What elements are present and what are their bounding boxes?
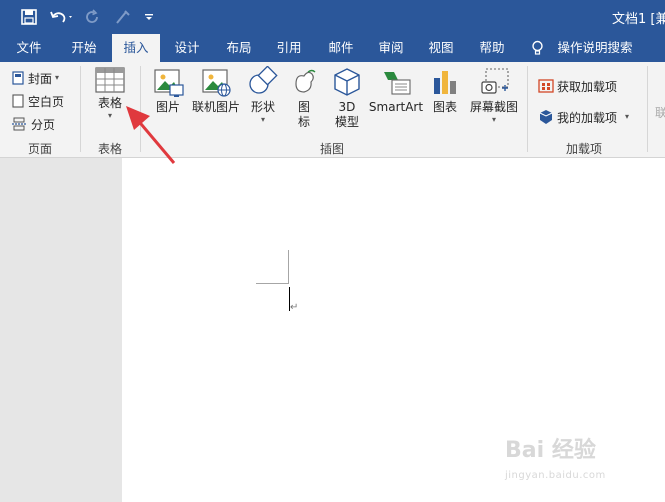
watermark-logo: Bai 经验 [505, 438, 596, 463]
watermark-url: jingyan.baidu.com [505, 470, 606, 481]
annotation-arrow-icon [126, 106, 176, 164]
